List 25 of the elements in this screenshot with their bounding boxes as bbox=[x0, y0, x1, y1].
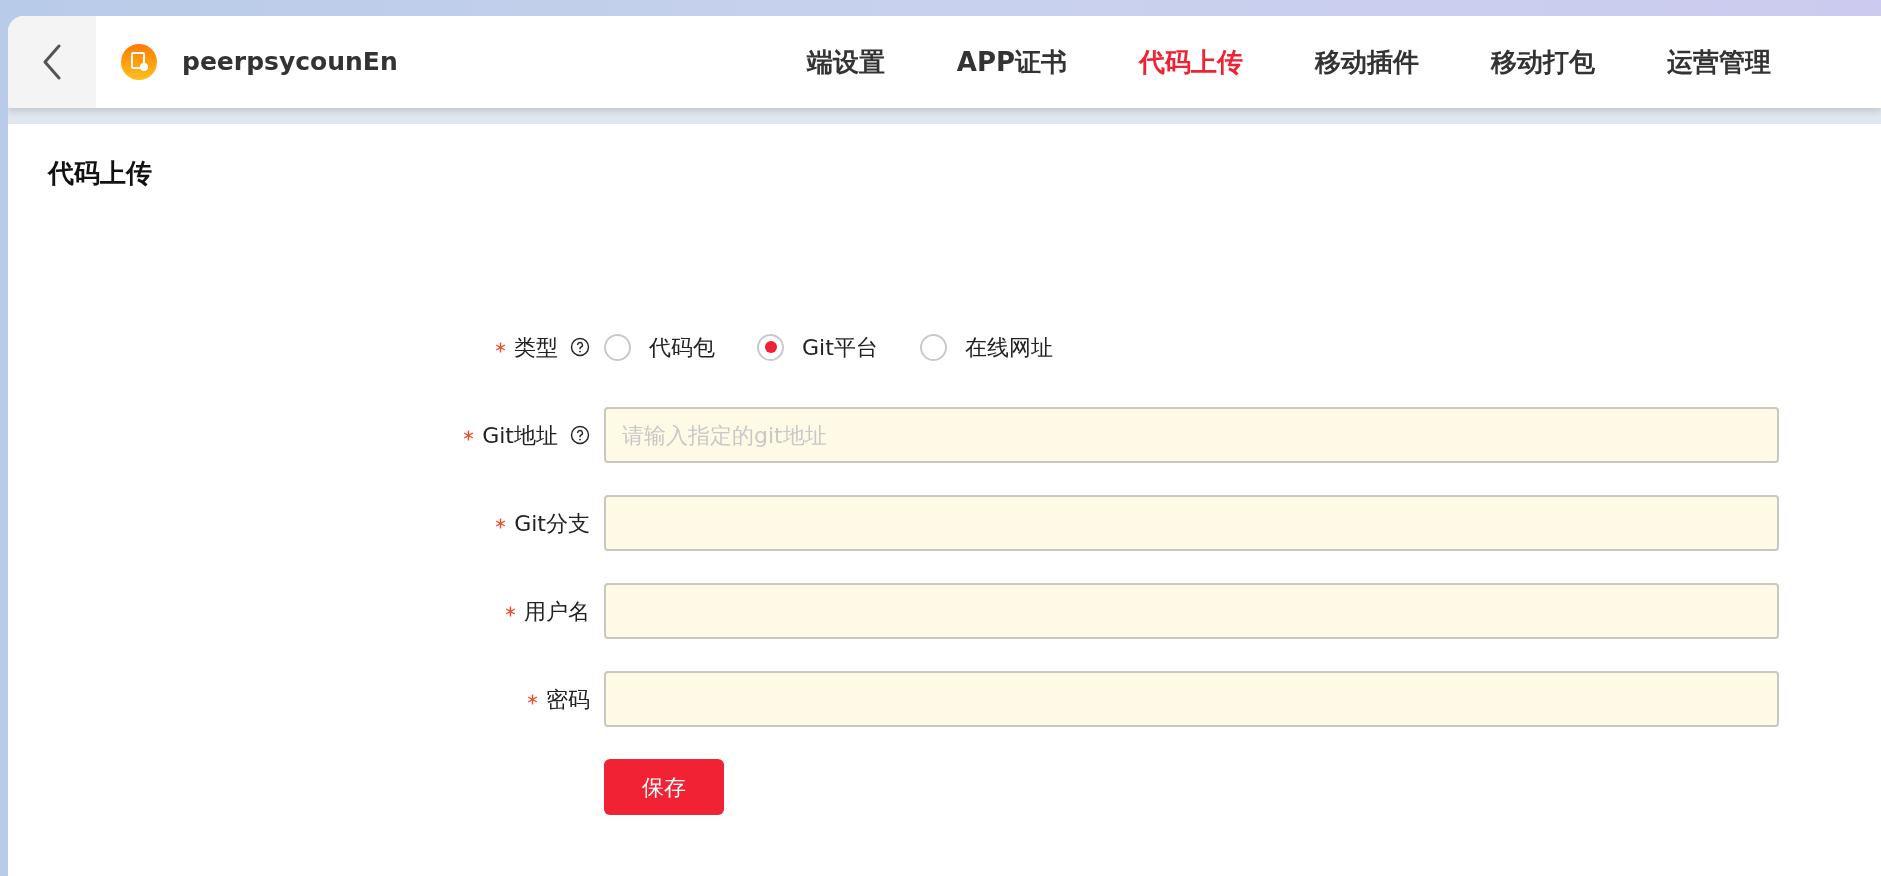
app-logo-icon bbox=[120, 43, 158, 81]
nav-tab[interactable]: 移动打包 bbox=[1491, 42, 1595, 82]
app-name: peerpsycounEn bbox=[182, 46, 398, 79]
nav-tab[interactable]: 运营管理 bbox=[1667, 42, 1771, 82]
nav-tab[interactable]: 端设置 bbox=[806, 42, 885, 82]
field-label: 密码 bbox=[546, 685, 590, 714]
field-label: 类型 bbox=[514, 333, 558, 362]
radio-option[interactable]: 代码包 bbox=[604, 330, 715, 364]
nav-tab[interactable]: 代码上传 bbox=[1139, 42, 1243, 82]
back-chevron-icon bbox=[42, 44, 62, 80]
input-field[interactable] bbox=[604, 495, 1779, 551]
help-icon[interactable] bbox=[570, 337, 590, 357]
nav-tab[interactable]: APP证书 bbox=[956, 42, 1067, 82]
field-label: Git分支 bbox=[514, 509, 590, 538]
radio-option[interactable]: 在线网址 bbox=[919, 330, 1053, 364]
help-icon[interactable] bbox=[570, 425, 590, 445]
field-label: 用户名 bbox=[524, 597, 590, 626]
radio-option[interactable]: Git平台 bbox=[757, 330, 878, 364]
input-field[interactable] bbox=[604, 583, 1779, 639]
back-button[interactable] bbox=[8, 16, 96, 108]
field-label: Git地址 bbox=[482, 421, 558, 450]
save-button[interactable]: 保存 bbox=[604, 759, 724, 815]
input-field[interactable] bbox=[604, 671, 1779, 727]
page-title: 代码上传 bbox=[48, 157, 152, 190]
nav-tab[interactable]: 移动插件 bbox=[1315, 42, 1419, 82]
